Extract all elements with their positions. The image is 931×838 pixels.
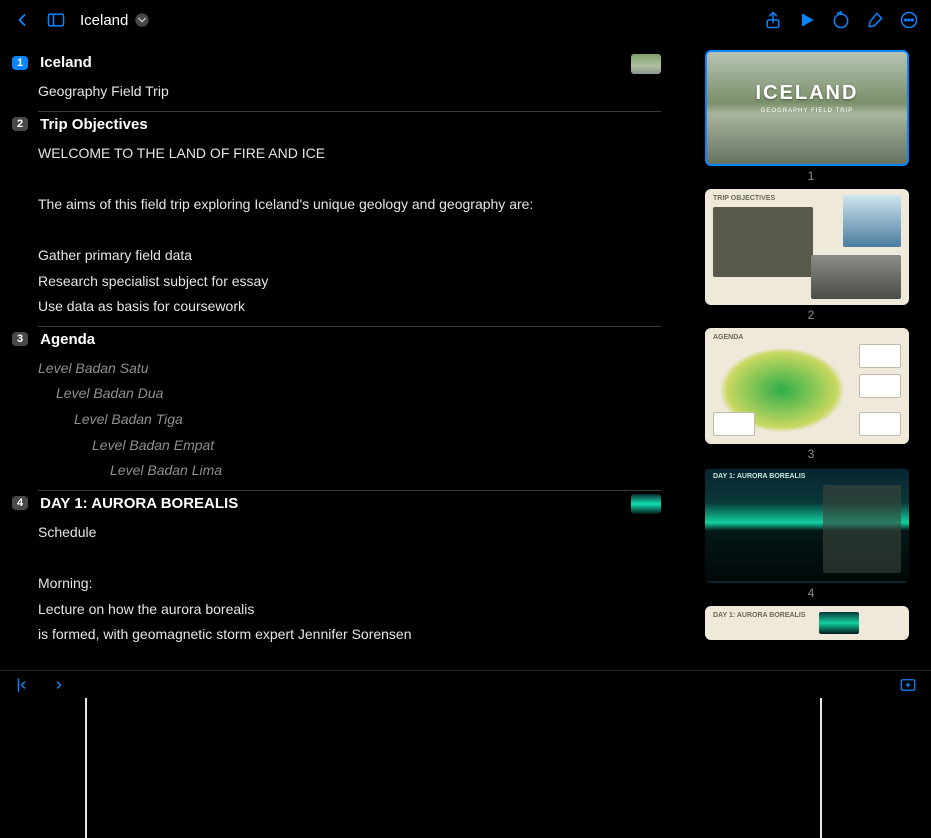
slide-thumbnail-wrap: ICELANDGEOGRAPHY FIELD TRIP 1 bbox=[705, 50, 917, 183]
back-button[interactable] bbox=[12, 10, 32, 30]
mini-thumbnail bbox=[631, 494, 661, 514]
outline-body-line[interactable]: Morning: bbox=[38, 571, 661, 597]
outline-slide[interactable]: 4DAY 1: AURORA BOREALISSchedule Morning:… bbox=[38, 490, 661, 648]
outline-body-line[interactable] bbox=[38, 217, 661, 243]
outline-slide[interactable]: 2Trip ObjectivesWELCOME TO THE LAND OF F… bbox=[38, 111, 661, 320]
thumbnail-number: 2 bbox=[705, 308, 917, 322]
outline-body-line[interactable]: is formed, with geomagnetic storm expert… bbox=[38, 622, 661, 648]
document-title-text: Iceland bbox=[80, 12, 128, 29]
slide-number-badge: 1 bbox=[12, 56, 28, 70]
text-caret bbox=[85, 698, 87, 838]
outline-body-line[interactable]: Gather primary field data bbox=[38, 243, 661, 269]
slide-thumbnail[interactable]: ICELANDGEOGRAPHY FIELD TRIP bbox=[705, 50, 909, 166]
bottom-bar bbox=[0, 670, 931, 698]
outline-body-line[interactable]: Level Badan Tiga bbox=[38, 407, 661, 433]
document-title[interactable]: Iceland bbox=[80, 10, 152, 30]
outline-body-line[interactable]: WELCOME TO THE LAND OF FIRE AND ICE bbox=[38, 141, 661, 167]
outline-body-line[interactable] bbox=[38, 166, 661, 192]
sidebar-toggle-icon[interactable] bbox=[46, 10, 66, 30]
slide-number-badge: 4 bbox=[12, 496, 28, 510]
thumbnail-number: 4 bbox=[705, 586, 917, 600]
toolbar: Iceland bbox=[0, 0, 931, 40]
slide-thumbnail-wrap: TRIP OBJECTIVES 2 bbox=[705, 189, 917, 322]
outline-body-line[interactable]: Research specialist subject for essay bbox=[38, 269, 661, 295]
slide-thumbnail[interactable]: DAY 1: AURORA BOREALIS bbox=[705, 606, 909, 640]
slide-thumbnail-wrap: DAY 1: AURORA BOREALIS bbox=[705, 606, 917, 640]
slide-thumbnail[interactable]: TRIP OBJECTIVES bbox=[705, 189, 909, 305]
slide-thumbnail[interactable]: AGENDA bbox=[705, 328, 909, 444]
play-icon[interactable] bbox=[797, 10, 817, 30]
slide-title[interactable]: Trip Objectives bbox=[40, 116, 148, 133]
outline-body-line[interactable]: Lecture on how the aurora borealis bbox=[38, 597, 661, 623]
slide-thumbnail[interactable]: DAY 1: AURORA BOREALIS bbox=[705, 467, 909, 583]
outline-body-line[interactable]: Level Badan Dua bbox=[38, 381, 661, 407]
indent-icon[interactable] bbox=[50, 676, 68, 694]
outline-body-line[interactable]: Level Badan Satu bbox=[38, 356, 661, 382]
outline-panel[interactable]: 1IcelandGeography Field Trip2Trip Object… bbox=[0, 40, 691, 670]
outline-body-line[interactable]: Schedule bbox=[38, 520, 661, 546]
outline-body-line[interactable]: Use data as basis for coursework bbox=[38, 294, 661, 320]
slide-thumbnail-wrap: AGENDA 3 bbox=[705, 328, 917, 461]
slide-thumbnail-wrap: DAY 1: AURORA BOREALIS 4 bbox=[705, 467, 917, 600]
mini-thumbnail bbox=[631, 54, 661, 74]
keyboard-input-area bbox=[0, 698, 931, 838]
outline-body-line[interactable]: Level Badan Lima bbox=[38, 458, 661, 484]
chevron-down-icon bbox=[132, 10, 152, 30]
share-icon[interactable] bbox=[763, 10, 783, 30]
slide-navigator[interactable]: ICELANDGEOGRAPHY FIELD TRIP 1 TRIP OBJECTI… bbox=[691, 40, 931, 670]
rewind-icon[interactable] bbox=[831, 10, 851, 30]
outline-body-line[interactable]: Geography Field Trip bbox=[38, 79, 661, 105]
slide-title[interactable]: Agenda bbox=[40, 331, 95, 348]
thumbnail-number: 1 bbox=[705, 169, 917, 183]
slide-number-badge: 2 bbox=[12, 117, 28, 131]
thumbnail-number: 3 bbox=[705, 447, 917, 461]
outdent-icon[interactable] bbox=[14, 676, 32, 694]
add-slide-icon[interactable] bbox=[899, 676, 917, 694]
slide-number-badge: 3 bbox=[12, 332, 28, 346]
brush-icon[interactable] bbox=[865, 10, 885, 30]
slide-title[interactable]: DAY 1: AURORA BOREALIS bbox=[40, 495, 238, 512]
outline-body-line[interactable]: Level Badan Empat bbox=[38, 433, 661, 459]
main-area: 1IcelandGeography Field Trip2Trip Object… bbox=[0, 40, 931, 670]
outline-slide[interactable]: 1IcelandGeography Field Trip bbox=[38, 50, 661, 105]
outline-slide[interactable]: 3AgendaLevel Badan SatuLevel Badan DuaLe… bbox=[38, 326, 661, 484]
outline-body-line[interactable]: The aims of this field trip exploring Ic… bbox=[38, 192, 661, 218]
text-caret bbox=[820, 698, 822, 838]
outline-body-line[interactable] bbox=[38, 545, 661, 571]
more-icon[interactable] bbox=[899, 10, 919, 30]
slide-title[interactable]: Iceland bbox=[40, 54, 92, 71]
